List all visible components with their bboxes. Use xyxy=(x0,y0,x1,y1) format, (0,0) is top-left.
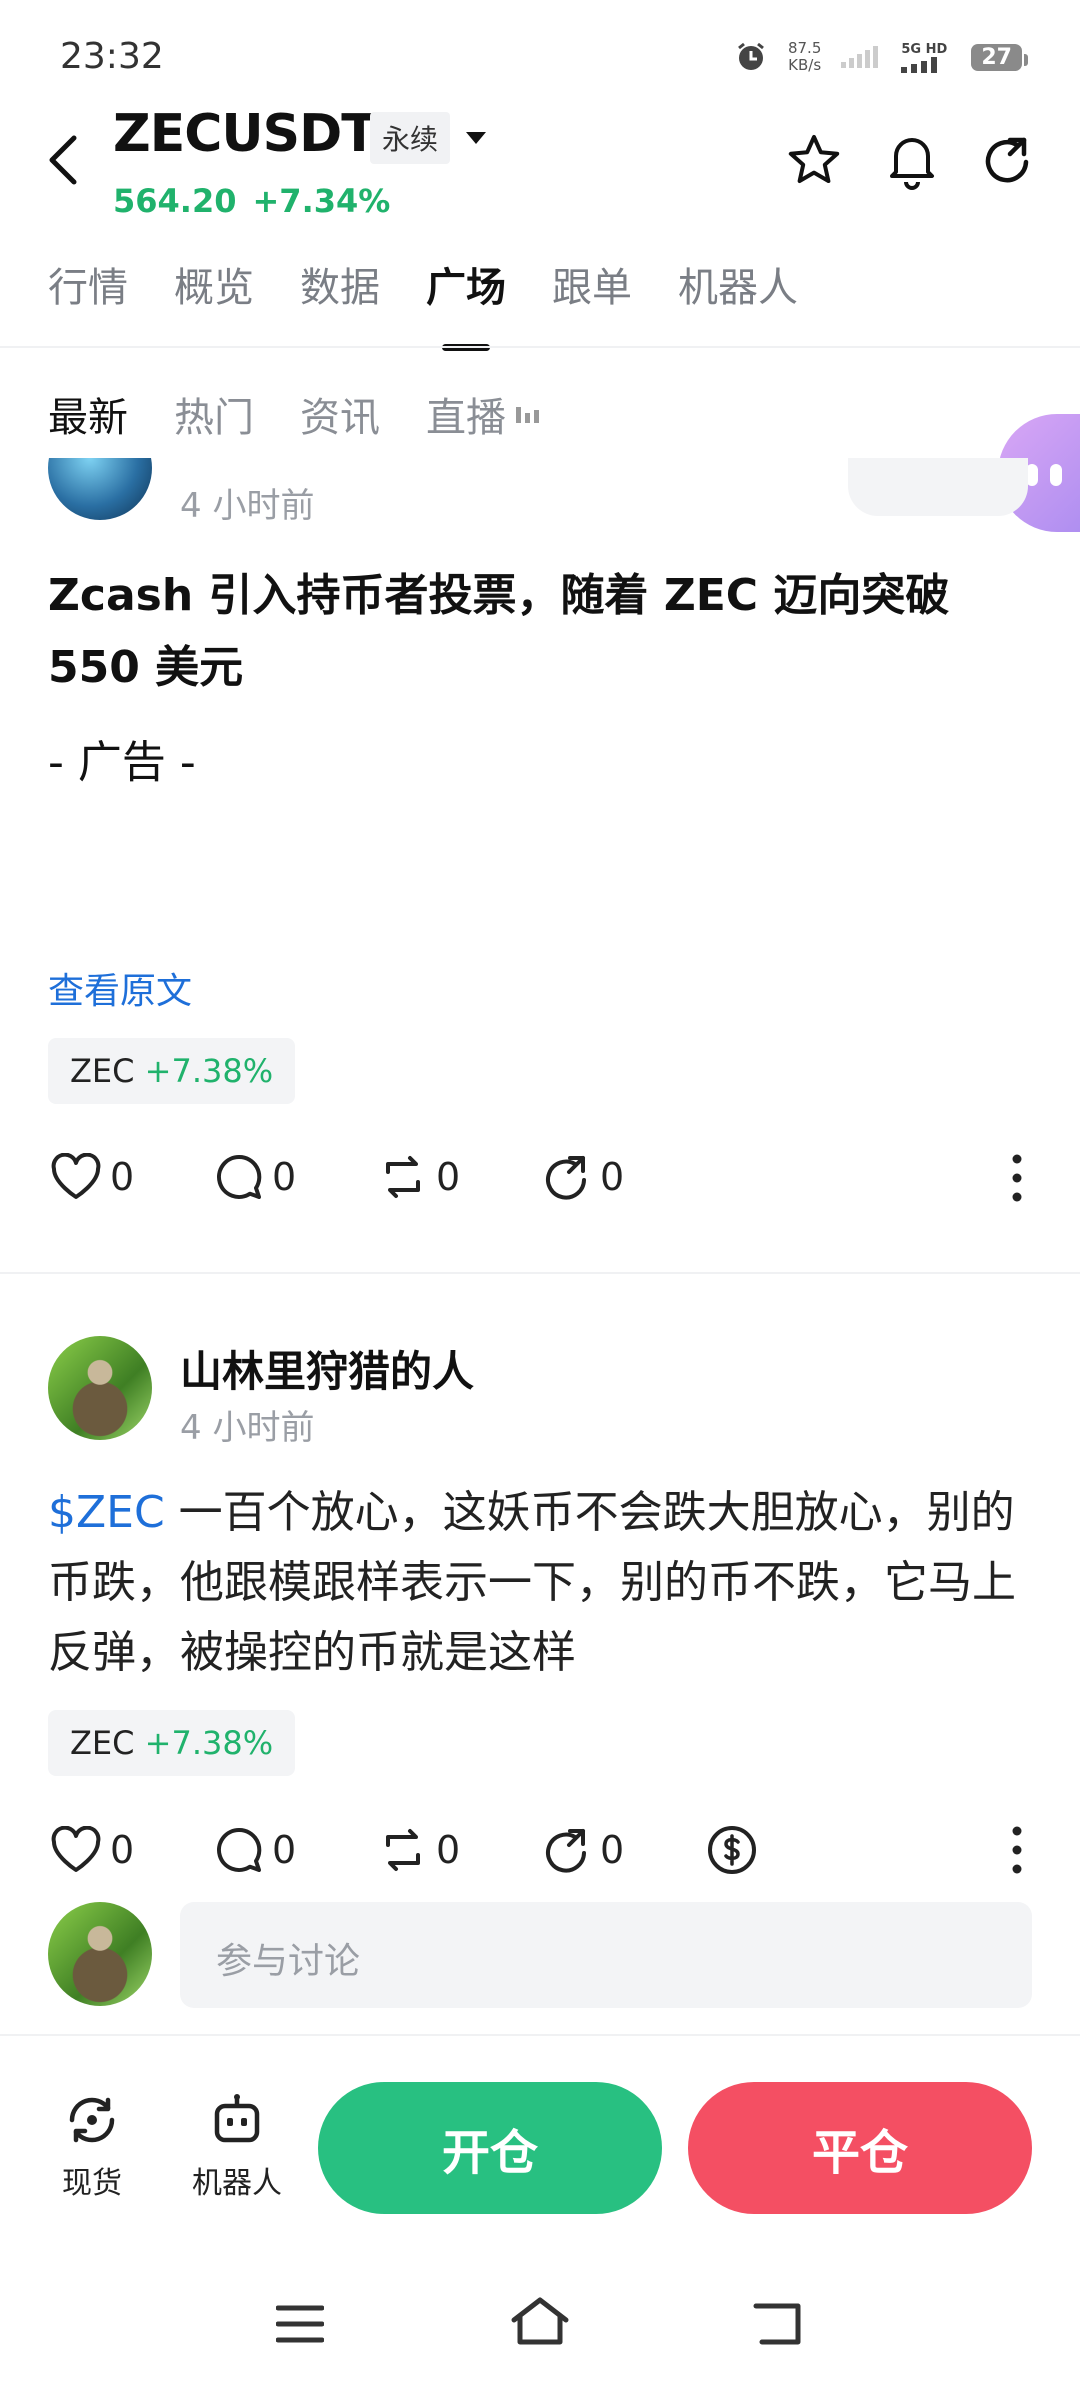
cashtag-link[interactable]: $ZEC xyxy=(48,1487,165,1538)
cell-signal: 5G HD xyxy=(901,42,951,73)
heart-icon xyxy=(50,1826,102,1874)
pair-title[interactable]: ZECUSDT xyxy=(113,104,377,164)
ad-label: - 广告 - xyxy=(48,737,196,788)
post2-body[interactable]: $ZEC 一百个放心，这妖币不会跌大胆放心，别的币跌，他跟模跟样表示一下，别的币… xyxy=(48,1478,1038,1688)
heart-icon xyxy=(50,1153,102,1201)
price-line: 564.20 +7.34% xyxy=(113,182,390,220)
comment-icon xyxy=(214,1825,264,1875)
subtab-news[interactable]: 资讯 xyxy=(300,385,380,443)
wifi-signal-icon xyxy=(841,46,881,68)
spot-nav-item[interactable]: 现货 xyxy=(62,2092,122,2202)
spot-icon xyxy=(64,2092,120,2148)
follow-button[interactable] xyxy=(848,458,1028,516)
post2-time: 4 小时前 xyxy=(180,1408,315,1448)
live-bars-icon xyxy=(516,405,542,423)
repost-icon xyxy=(378,1152,428,1202)
tab-square[interactable]: 广场 xyxy=(426,255,506,351)
post2-username[interactable]: 山林里狩猎的人 xyxy=(180,1338,474,1399)
main-tabs: 行情 概览 数据 广场 跟单 机器人 xyxy=(48,255,798,351)
post1-share-button[interactable]: 0 xyxy=(542,1152,706,1202)
status-time: 23:32 xyxy=(60,36,164,77)
post1-repost-button[interactable]: 0 xyxy=(378,1152,542,1202)
contract-type-badge[interactable]: 永续 xyxy=(370,112,451,164)
star-icon[interactable] xyxy=(786,132,842,188)
back-icon[interactable] xyxy=(46,134,80,186)
post1-actions: 0 0 0 0 xyxy=(50,1152,706,1202)
post2-comment-button[interactable]: 0 xyxy=(214,1825,378,1875)
post1-comment-button[interactable]: 0 xyxy=(214,1152,378,1202)
close-position-button[interactable]: 平仓 xyxy=(688,2082,1032,2214)
post2-avatar[interactable] xyxy=(48,1336,152,1440)
back-nav-icon[interactable] xyxy=(752,2300,802,2346)
alarm-icon xyxy=(734,40,768,74)
tab-overview[interactable]: 概览 xyxy=(174,255,254,313)
post-divider xyxy=(0,1272,1080,1274)
net-speed: 87.5 KB/s xyxy=(787,39,822,74)
share-icon[interactable] xyxy=(980,132,1036,188)
open-position-button[interactable]: 开仓 xyxy=(318,2082,662,2214)
post2-like-button[interactable]: 0 xyxy=(50,1826,214,1874)
share-icon xyxy=(542,1825,592,1875)
subtab-live[interactable]: 直播 xyxy=(426,385,542,443)
tabs-divider xyxy=(0,346,1080,348)
post2-text: 一百个放心，这妖币不会跌大胆放心，别的币跌，他跟模跟样表示一下，别的币不跌，它马… xyxy=(48,1487,1016,1678)
tab-copy-trading[interactable]: 跟单 xyxy=(552,255,632,313)
post1-title[interactable]: Zcash 引入持币者投票，随着 ZEC 迈向突破 550 美元 xyxy=(48,560,1038,704)
menu-icon[interactable] xyxy=(276,2304,324,2344)
price-change: +7.34% xyxy=(252,182,391,220)
comment-input[interactable]: 参与讨论 xyxy=(180,1902,1032,2008)
post2-more-icon[interactable] xyxy=(1012,1826,1022,1874)
post1-avatar[interactable] xyxy=(48,458,156,522)
bell-icon[interactable] xyxy=(884,130,940,190)
post2-coin-tag[interactable]: ZEC +7.38% xyxy=(48,1710,296,1776)
chevron-down-icon[interactable] xyxy=(464,130,488,146)
tab-bots[interactable]: 机器人 xyxy=(678,255,798,313)
last-price: 564.20 xyxy=(113,182,237,220)
my-avatar xyxy=(48,1902,152,2006)
post2-tip-button[interactable] xyxy=(706,1824,870,1876)
post1-like-button[interactable]: 0 xyxy=(50,1153,214,1201)
dollar-coin-icon xyxy=(706,1824,758,1876)
home-icon[interactable] xyxy=(510,2296,570,2346)
post2-repost-button[interactable]: 0 xyxy=(378,1825,542,1875)
post1-more-icon[interactable] xyxy=(1012,1154,1022,1202)
post1-coin-tag[interactable]: ZEC +7.38% xyxy=(48,1038,296,1104)
share-icon xyxy=(542,1152,592,1202)
post2-share-button[interactable]: 0 xyxy=(542,1825,706,1875)
tab-market[interactable]: 行情 xyxy=(48,255,128,313)
repost-icon xyxy=(378,1825,428,1875)
subtab-latest[interactable]: 最新 xyxy=(48,385,128,443)
status-icons: 87.5 KB/s 5G HD 27 xyxy=(734,39,1028,74)
post1-time: 4 小时前 xyxy=(180,486,315,526)
bot-nav-item[interactable]: 机器人 xyxy=(192,2092,282,2202)
battery-indicator: 27 xyxy=(971,43,1028,71)
robot-icon xyxy=(209,2092,265,2148)
post2-actions: 0 0 0 0 xyxy=(50,1824,870,1876)
subtab-hot[interactable]: 热门 xyxy=(174,385,254,443)
bottom-divider xyxy=(0,2034,1080,2036)
tab-data[interactable]: 数据 xyxy=(300,255,380,313)
comment-icon xyxy=(214,1152,264,1202)
sub-tabs: 最新 热门 资讯 直播 xyxy=(48,385,542,443)
view-original-link[interactable]: 查看原文 xyxy=(48,962,192,1014)
